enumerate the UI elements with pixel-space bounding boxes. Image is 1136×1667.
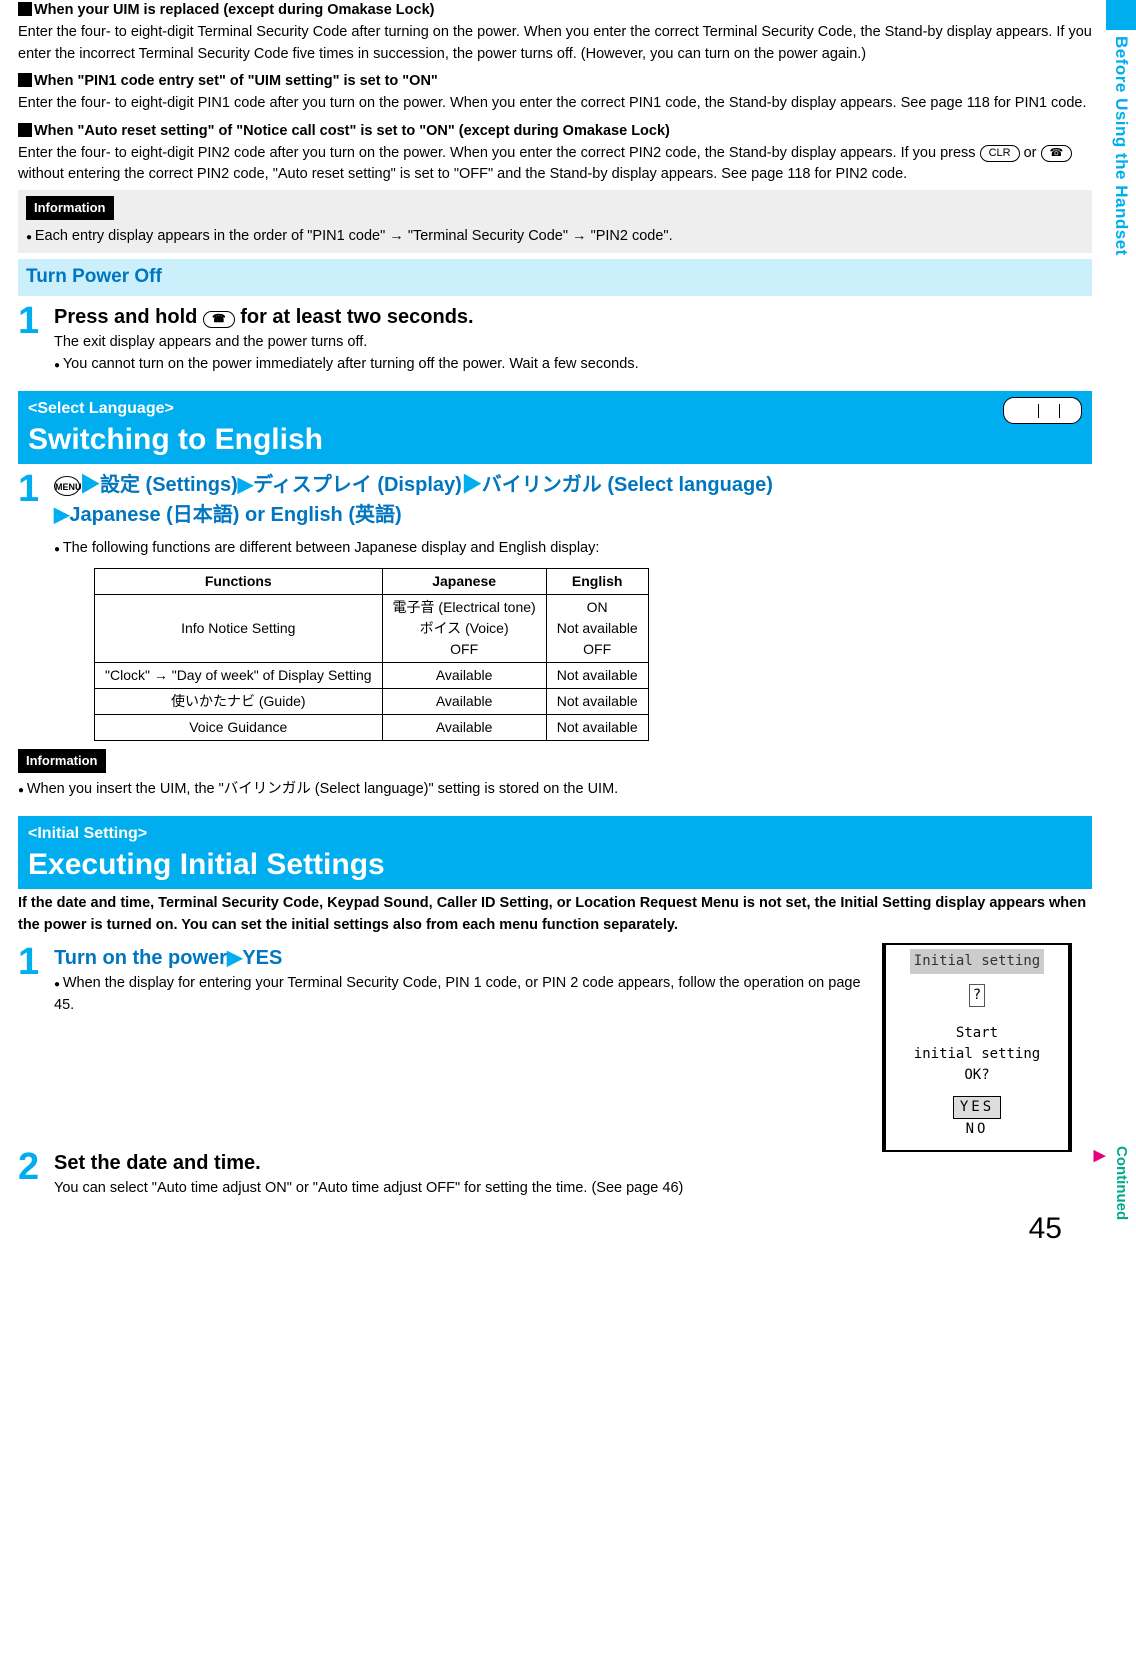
init-step2-body: You can select "Auto time adjust ON" or … <box>54 1178 1092 1200</box>
continued-marker: Continued <box>1087 1146 1132 1220</box>
table-row: Info Notice Setting電子音 (Electrical tone)… <box>95 595 649 663</box>
chapter-marker <box>1106 0 1136 30</box>
language-diff-table: FunctionsJapaneseEnglish Info Notice Set… <box>94 568 649 741</box>
topic-title: Executing Initial Settings <box>28 848 1082 881</box>
step-number-2: 2 <box>18 1148 54 1200</box>
info-body: Each entry display appears in the order … <box>26 226 1084 248</box>
pin1-heading: When "PIN1 code entry set" of "UIM setti… <box>18 71 1092 93</box>
chapter-label: Before Using the Handset <box>1108 36 1134 256</box>
uim-replaced-body: Enter the four- to eight-digit Terminal … <box>18 22 1092 66</box>
phone-key-icon: ☎ <box>1041 145 1073 162</box>
screen-yes-option: YES <box>953 1096 1001 1119</box>
phone-key-icon: ☎ <box>203 311 235 328</box>
topic-tag: <Initial Setting> <box>28 822 1082 846</box>
lang-step-path: MENU▶設定 (Settings)▶ディスプレイ (Display)▶バイリン… <box>54 470 1092 530</box>
info-label: Information <box>18 749 106 773</box>
screen-no-option: NO <box>886 1119 1068 1140</box>
menu-key-icon: MENU <box>54 476 80 496</box>
menu-shortcut: MENU15 <box>1003 397 1082 424</box>
step-number-1: 1 <box>18 302 54 376</box>
power-off-note2: You cannot turn on the power immediately… <box>54 354 1092 376</box>
power-off-step-head: Press and hold ☎ for at least two second… <box>54 302 1092 332</box>
initial-setting-intro: If the date and time, Terminal Security … <box>18 893 1092 937</box>
step-number-1: 1 <box>18 470 54 749</box>
uim-replaced-heading: When your UIM is replaced (except during… <box>18 0 1092 22</box>
select-language-bar: MENU15 <Select Language> Switching to En… <box>18 391 1092 464</box>
info-label: Information <box>26 196 114 220</box>
lang-diff-note: The following functions are different be… <box>54 538 1092 560</box>
initial-setting-screen: Initial setting ? Start initial setting … <box>882 943 1072 1152</box>
autoreset-body: Enter the four- to eight-digit PIN2 code… <box>18 143 1092 187</box>
info2-body: When you insert the UIM, the "バイリンガル (Se… <box>18 779 1092 801</box>
init-step1-head: Turn on the power▶YES <box>54 943 866 973</box>
power-off-note1: The exit display appears and the power t… <box>54 332 1092 354</box>
page-number: 45 <box>18 1206 1062 1251</box>
initial-setting-bar: <Initial Setting> Executing Initial Sett… <box>18 816 1092 889</box>
init-step2-head: Set the date and time. <box>54 1148 1092 1178</box>
information-box-1: Information Each entry display appears i… <box>18 190 1092 253</box>
pin1-body: Enter the four- to eight-digit PIN1 code… <box>18 93 1092 115</box>
power-off-bar: Turn Power Off <box>18 259 1092 296</box>
step-number-1: 1 <box>18 943 54 1152</box>
init-step1-note: When the display for entering your Termi… <box>54 973 866 1017</box>
topic-title: Switching to English <box>28 423 1082 456</box>
autoreset-heading: When "Auto reset setting" of "Notice cal… <box>18 121 1092 143</box>
topic-tag: <Select Language> <box>28 397 1082 421</box>
table-row: Voice GuidanceAvailableNot available <box>95 715 649 741</box>
table-row: "Clock" → "Day of week" of Display Setti… <box>95 663 649 689</box>
clr-key-icon: CLR <box>980 145 1020 162</box>
table-row: 使いかたナビ (Guide)AvailableNot available <box>95 689 649 715</box>
side-chapter-tab: Before Using the Handset <box>1106 0 1136 256</box>
